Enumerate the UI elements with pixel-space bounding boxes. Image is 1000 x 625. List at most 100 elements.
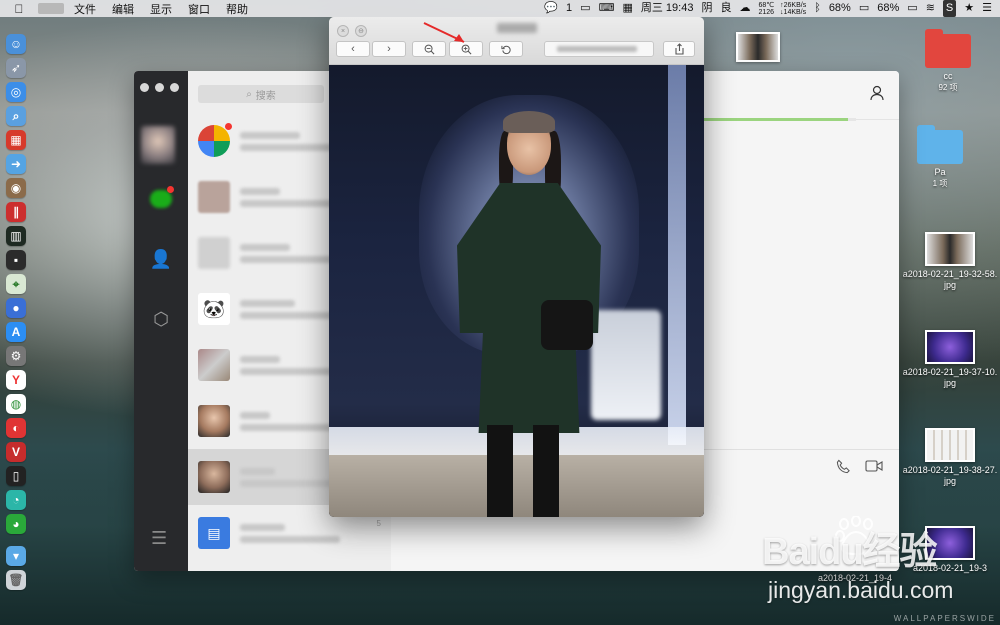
display-icon[interactable]: ▭	[580, 0, 590, 17]
wifi-icon[interactable]: ≋	[926, 0, 935, 17]
conversation-avatar	[198, 461, 230, 493]
folder-icon	[917, 125, 963, 164]
cloud-icon[interactable]: ☁	[739, 0, 750, 17]
weibo-icon[interactable]: ◐	[6, 418, 26, 438]
app-store-icon[interactable]: A	[6, 322, 26, 342]
previous-button[interactable]: ‹	[336, 41, 370, 57]
phone-icon[interactable]	[836, 459, 851, 478]
chrome-icon[interactable]: ◍	[6, 394, 26, 414]
yandex-icon[interactable]: Y	[6, 370, 26, 390]
bluetooth-icon[interactable]: ᛒ	[814, 0, 821, 17]
minimize-icon[interactable]: ⊖	[355, 25, 367, 37]
next-button[interactable]: ›	[372, 41, 406, 57]
dock-spacer	[14, 538, 18, 542]
vivaldi-icon[interactable]: V	[6, 442, 26, 462]
weather[interactable]: 阴	[701, 0, 712, 17]
video-call-icon[interactable]	[865, 459, 883, 478]
desktop-folder-cc[interactable]: cc 92 项	[908, 29, 988, 93]
zoom-button[interactable]	[170, 83, 179, 92]
doc-avatar-icon: ▤	[198, 517, 230, 549]
share-button[interactable]	[663, 41, 695, 57]
favorites-tab-icon[interactable]: ⬡	[148, 306, 174, 332]
desktop-folder-pa[interactable]: Pa 1 项	[900, 125, 980, 189]
close-button[interactable]	[140, 83, 149, 92]
battery-icon-1[interactable]: ▭	[859, 0, 869, 17]
app-icon-7[interactable]: ◉	[6, 178, 26, 198]
person-cap	[503, 111, 555, 133]
image-thumbnail	[736, 32, 780, 62]
launchpad-icon[interactable]: ➶	[6, 58, 26, 78]
menu-view[interactable]: 显示	[150, 1, 172, 17]
chat-app-icon[interactable]: ➜	[6, 154, 26, 174]
keyboard-icon[interactable]: ⌨	[599, 0, 615, 17]
battery-percent-2: 68%	[877, 2, 900, 14]
desktop-image-file[interactable]: a2018-02-21_19-38-27.jpg	[900, 428, 1000, 487]
status-area: 💬 1 ▭ ⌨ ▦ 周三 19:43 阴 良 ☁ 68℃ ↑26KB/s 2126…	[544, 0, 992, 17]
photo-icon[interactable]: ⌕	[6, 106, 26, 126]
calendar-icon[interactable]: ▦	[622, 0, 632, 17]
image-thumbnail	[925, 232, 975, 266]
stocks-icon[interactable]: ▥	[6, 226, 26, 246]
app-name-menu[interactable]	[38, 3, 64, 14]
desktop-thumbnail[interactable]	[734, 32, 782, 62]
desktop-image-file[interactable]: a2018-02-21_19-32-58.jpg	[900, 232, 1000, 291]
dark-app-icon[interactable]: ▯	[6, 466, 26, 486]
safari-icon[interactable]: ◎	[6, 82, 26, 102]
maps-icon[interactable]: ⌖	[6, 274, 26, 294]
loading-progress	[701, 118, 856, 121]
search-input[interactable]: ⌕ 搜索	[198, 85, 324, 103]
cpu-rpm: 2126	[758, 8, 775, 16]
conversation-avatar	[198, 181, 230, 213]
desktop-image-file[interactable]: a2018-02-21_19-37-10.jpg	[900, 330, 1000, 389]
star-icon[interactable]: ★	[964, 0, 974, 17]
search-icon: ⌕	[246, 88, 252, 100]
wallpaper-credit: WALLPAPERSWIDE	[893, 614, 996, 623]
search-field[interactable]	[544, 41, 654, 57]
menu-window[interactable]: 窗口	[188, 1, 210, 17]
wechat-dock-icon[interactable]: ◕	[6, 514, 26, 534]
menu-edit[interactable]: 编辑	[112, 1, 134, 17]
s-app-icon[interactable]: S	[942, 0, 957, 17]
conversation-avatar	[198, 237, 230, 269]
netease-music-icon[interactable]: ∥	[6, 202, 26, 222]
chats-tab-icon[interactable]	[148, 186, 174, 212]
datetime[interactable]: 周三 19:43	[641, 0, 694, 17]
menu-file[interactable]: 文件	[74, 1, 96, 17]
handbag	[541, 300, 593, 350]
close-icon[interactable]: ×	[337, 25, 349, 37]
air-quality[interactable]: 良	[720, 0, 731, 17]
contacts-tab-icon[interactable]: 👤	[148, 246, 174, 272]
share-icon	[674, 43, 684, 55]
chat-sidebar: 👤 ⬡ ☰	[134, 71, 188, 571]
list-icon[interactable]: ☰	[982, 0, 992, 17]
image-thumbnail	[925, 428, 975, 462]
window-controls	[140, 83, 179, 92]
rotate-button[interactable]	[489, 41, 523, 57]
folder-name: cc	[943, 71, 953, 81]
profile-icon[interactable]	[869, 85, 885, 106]
sync-icon[interactable]: ◔	[6, 490, 26, 510]
apple-icon[interactable]: 	[10, 2, 28, 16]
wechat-status-icon[interactable]: 💬	[544, 0, 558, 17]
user-avatar[interactable]	[141, 126, 175, 164]
finder-icon[interactable]: ☺	[6, 34, 26, 54]
system-prefs-icon[interactable]: ⚙	[6, 346, 26, 366]
wechat-badge: 1	[566, 2, 573, 14]
file-name: a2018-02-21_19-32-58.jpg	[902, 269, 998, 290]
siri-icon[interactable]: ●	[6, 298, 26, 318]
image-preview-window: × ⊖ ‹ ›	[329, 17, 704, 517]
calendar-app-icon[interactable]: ▦	[6, 130, 26, 150]
downloads-folder-icon[interactable]: ▾	[6, 546, 26, 566]
folder-name: Pa	[934, 167, 946, 177]
menu-icon[interactable]: ☰	[151, 528, 167, 549]
rotate-icon	[500, 45, 511, 54]
trash-icon[interactable]: 🗑	[6, 570, 26, 590]
menu-help[interactable]: 帮助	[226, 1, 248, 17]
folder-icon	[925, 29, 971, 68]
preview-title	[496, 23, 537, 33]
group-avatar	[198, 349, 230, 381]
system-stats[interactable]: 68℃ ↑26KB/s 2126 ↓14KB/s	[758, 2, 806, 16]
battery-icon-2[interactable]: ▭	[907, 0, 917, 17]
terminal-icon[interactable]: ▪	[6, 250, 26, 270]
minimize-button[interactable]	[155, 83, 164, 92]
